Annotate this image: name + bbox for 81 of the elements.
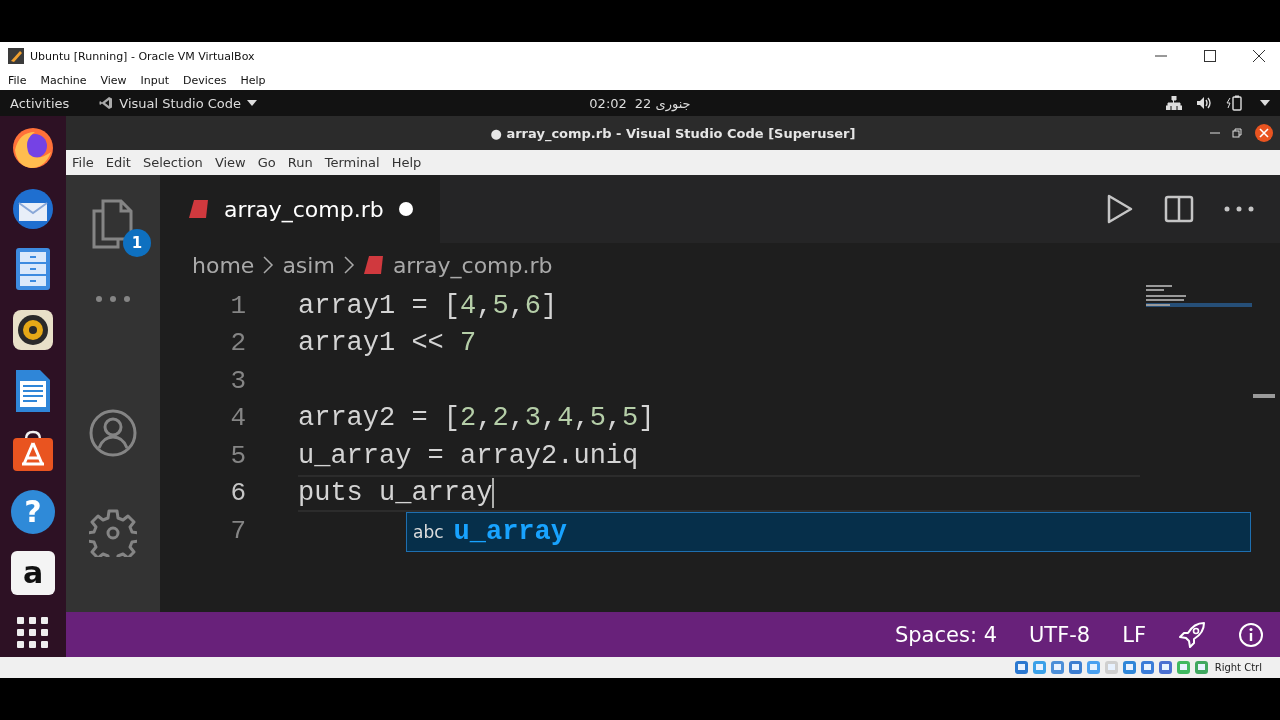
status-indicator-icon[interactable] <box>1193 660 1209 675</box>
menu-item[interactable]: View <box>214 155 246 170</box>
window-title: ● array_comp.rb - Visual Studio Code [Superuser] <box>489 125 857 141</box>
shopping-bag-icon <box>11 429 55 474</box>
mail-icon <box>11 186 55 231</box>
menu-item[interactable]: Input <box>140 73 170 87</box>
menu-item[interactable]: Help <box>240 73 266 87</box>
more-icon[interactable] <box>1224 206 1254 212</box>
info-icon[interactable] <box>1238 621 1264 648</box>
line-number: 4 <box>229 403 246 434</box>
file-cabinet-icon <box>15 247 51 292</box>
status-indicator-icon[interactable] <box>1049 660 1065 675</box>
breadcrumb-item[interactable]: array_comp.rb <box>392 252 553 278</box>
minimize-icon[interactable] <box>1154 55 1167 57</box>
rocket-icon[interactable] <box>1178 620 1206 649</box>
files-icon[interactable] <box>91 199 135 249</box>
status-indicator-icon[interactable] <box>1013 660 1029 675</box>
breadcrumb-item[interactable]: asim <box>282 252 335 278</box>
app-menu[interactable]: Visual Studio Code <box>119 95 242 111</box>
close-icon <box>1254 123 1274 143</box>
menu-item[interactable]: Run <box>287 155 313 170</box>
code-line: puts u_array <box>298 478 495 509</box>
window-title: Ubuntu [Running] - Oracle VM VirtualBox <box>30 49 256 63</box>
help-icon[interactable]: ? <box>11 489 55 534</box>
line-number: 3 <box>229 365 246 396</box>
speaker-icon <box>13 309 53 350</box>
menu-item[interactable]: Go <box>257 155 276 170</box>
app-grid-icon <box>17 617 49 650</box>
line-number: 5 <box>229 440 246 471</box>
notification-badge: 1 <box>123 229 151 257</box>
breadcrumb-item[interactable]: home <box>192 252 255 278</box>
network-icon <box>1166 96 1182 110</box>
status-indicator-icon[interactable] <box>1175 660 1191 675</box>
status-item[interactable]: LF <box>1122 622 1146 647</box>
status-indicator-icon[interactable] <box>1031 660 1047 675</box>
document-icon <box>15 368 51 413</box>
minimize-icon <box>1210 132 1220 134</box>
menu-item[interactable]: Selection <box>142 155 203 170</box>
line-number: 2 <box>229 328 246 359</box>
store-icon[interactable]: a <box>11 550 55 595</box>
dropdown-caret-icon <box>247 100 258 106</box>
status-item[interactable]: Spaces: 4 <box>894 622 997 647</box>
line-number: 6 <box>229 478 246 509</box>
maximize-icon[interactable] <box>1203 50 1216 62</box>
system-menu-caret-icon <box>1260 100 1270 106</box>
menu-item[interactable]: Machine <box>40 73 87 87</box>
status-indicator-icon[interactable] <box>1085 660 1101 675</box>
line-number: 1 <box>229 290 246 321</box>
status-item[interactable]: UTF-8 <box>1029 622 1091 647</box>
suggestion-item[interactable]: abc u_array <box>406 512 1251 552</box>
status-indicator-icon[interactable] <box>1139 660 1155 675</box>
code-line: array2 = [2,2,3,4,5,5] <box>298 403 655 434</box>
close-icon[interactable] <box>1252 50 1265 62</box>
menu-item[interactable]: View <box>100 73 127 87</box>
menu-item[interactable]: File <box>72 155 94 170</box>
volume-icon <box>1196 96 1212 110</box>
account-icon[interactable] <box>89 409 137 457</box>
host-key-label: Right Ctrl <box>1214 662 1262 673</box>
code-line: u_array = array2.uniq <box>298 440 639 471</box>
chevron-right-icon <box>262 255 275 275</box>
scrollbar-thumb[interactable] <box>1253 394 1275 398</box>
settings-icon[interactable] <box>89 509 137 557</box>
editor-tab[interactable]: array_comp.rb <box>160 175 440 243</box>
menu-item[interactable]: Help <box>391 155 422 170</box>
run-icon[interactable] <box>1106 194 1134 224</box>
clock-date: 22 جنوری <box>634 95 691 111</box>
menu-item[interactable]: Terminal <box>324 155 380 170</box>
chevron-right-icon <box>342 255 355 275</box>
clock-time: 02:02 <box>589 95 627 111</box>
status-indicator-icon[interactable] <box>1121 660 1137 675</box>
line-number: 7 <box>229 515 246 546</box>
menu-item[interactable]: Devices <box>183 73 227 87</box>
status-indicator-icon[interactable] <box>1067 660 1083 675</box>
activities-button[interactable]: Activities <box>10 95 70 111</box>
split-editor-icon[interactable] <box>1164 195 1194 223</box>
restore-icon <box>1232 128 1242 138</box>
status-indicator-icon[interactable] <box>1157 660 1173 675</box>
menu-item[interactable]: Edit <box>105 155 131 170</box>
code-line: array1 = [4,5,6] <box>298 290 558 321</box>
menu-item[interactable]: File <box>8 73 27 87</box>
code-line: array1 << 7 <box>298 328 477 359</box>
